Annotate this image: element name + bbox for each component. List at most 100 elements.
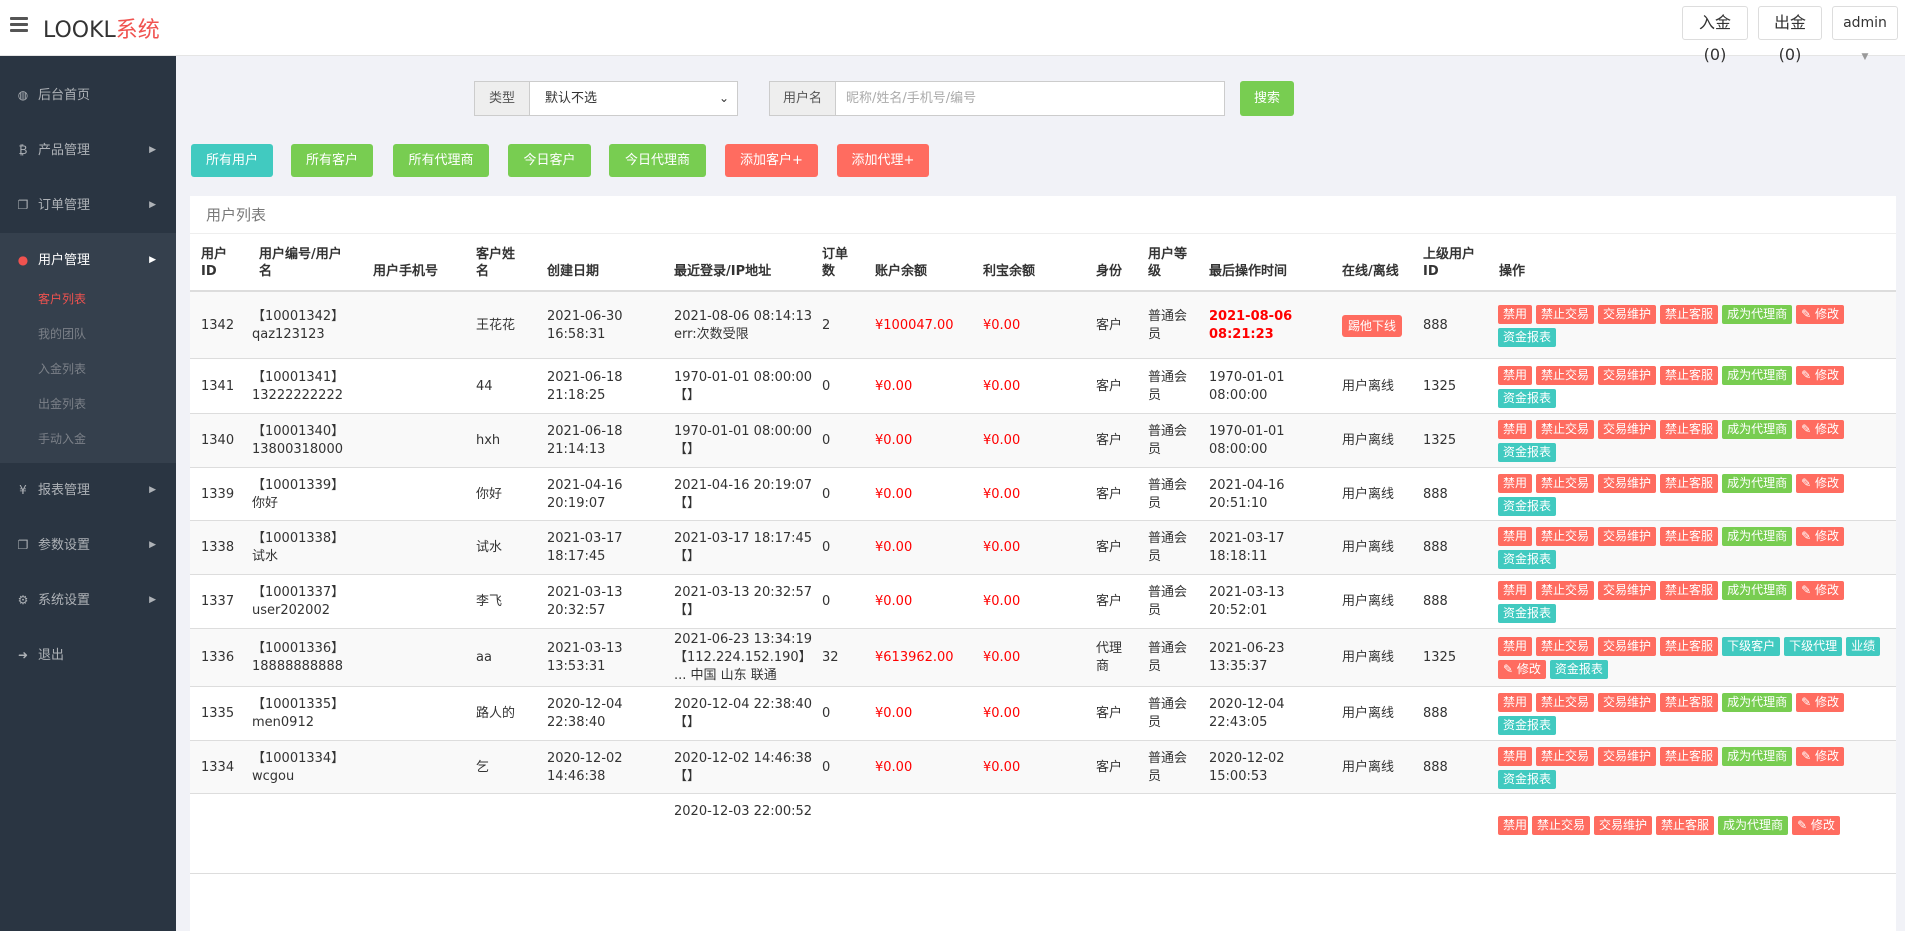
ban-button[interactable]: 禁用	[1498, 474, 1533, 493]
make-agent-button[interactable]: 成为代理商	[1722, 527, 1793, 546]
online-status: 用户离线	[1342, 594, 1395, 609]
no-service-button[interactable]: 禁止客服	[1656, 816, 1715, 835]
no-service-button[interactable]: 禁止客服	[1660, 474, 1719, 493]
withdraw-button[interactable]: 出金(0)	[1758, 6, 1822, 64]
no-trade-button[interactable]: 禁止交易	[1536, 693, 1595, 712]
make-agent-button[interactable]: 成为代理商	[1722, 305, 1793, 324]
kick-offline-button[interactable]: 踢他下线	[1342, 315, 1403, 337]
no-trade-button[interactable]: 禁止交易	[1536, 305, 1595, 324]
today-agents-button[interactable]: 今日代理商	[609, 144, 706, 177]
submenu-manual-deposit[interactable]: 手动入金	[0, 422, 176, 457]
fund-report-button[interactable]: 资金报表	[1498, 443, 1557, 462]
fund-report-button[interactable]: 资金报表	[1498, 716, 1557, 735]
no-service-button[interactable]: 禁止客服	[1660, 637, 1719, 656]
fund-report-button[interactable]: 资金报表	[1549, 660, 1608, 679]
menu-toggle-icon[interactable]	[10, 17, 28, 33]
ban-button[interactable]: 禁用	[1498, 366, 1533, 385]
no-service-button[interactable]: 禁止客服	[1660, 305, 1719, 324]
trade-maintain-button[interactable]: 交易维护	[1598, 366, 1657, 385]
ban-button[interactable]: 禁用	[1498, 527, 1533, 546]
trade-maintain-button[interactable]: 交易维护	[1598, 693, 1657, 712]
deposit-button[interactable]: 入金(0)	[1682, 6, 1748, 64]
edit-button[interactable]: ✎ 修改	[1498, 660, 1546, 679]
ban-button[interactable]: 禁用	[1498, 637, 1533, 656]
all-users-button[interactable]: 所有用户	[191, 144, 273, 177]
edit-button[interactable]: ✎ 修改	[1796, 747, 1844, 766]
edit-button[interactable]: ✎ 修改	[1796, 527, 1844, 546]
no-service-button[interactable]: 禁止客服	[1660, 366, 1719, 385]
ban-button[interactable]: 禁用	[1498, 747, 1533, 766]
fund-report-button[interactable]: 资金报表	[1498, 497, 1557, 516]
sidebar-item-users[interactable]: ● 用户管理 ▶	[0, 233, 176, 288]
no-service-button[interactable]: 禁止客服	[1660, 527, 1719, 546]
sidebar-item-dashboard[interactable]: ◍ 后台首页	[0, 68, 176, 123]
sidebar-item-products[interactable]: ₿ 产品管理 ▶	[0, 123, 176, 178]
ban-button[interactable]: 禁用	[1498, 420, 1533, 439]
ban-button[interactable]: 禁用	[1498, 816, 1528, 835]
fund-report-button[interactable]: 资金报表	[1498, 550, 1557, 569]
edit-button[interactable]: ✎ 修改	[1796, 693, 1844, 712]
submenu-deposit-list[interactable]: 入金列表	[0, 352, 176, 387]
fund-report-button[interactable]: 资金报表	[1498, 770, 1557, 789]
no-trade-button[interactable]: 禁止交易	[1536, 420, 1595, 439]
ban-button[interactable]: 禁用	[1498, 581, 1533, 600]
search-button[interactable]: 搜索	[1240, 81, 1294, 116]
submenu-withdraw-list[interactable]: 出金列表	[0, 387, 176, 422]
fund-report-button[interactable]: 资金报表	[1498, 604, 1557, 623]
edit-button[interactable]: ✎ 修改	[1796, 366, 1844, 385]
sidebar-item-params[interactable]: ❐ 参数设置 ▶	[0, 518, 176, 573]
fund-report-button[interactable]: 资金报表	[1498, 328, 1557, 347]
sidebar-item-reports[interactable]: ¥ 报表管理 ▶	[0, 463, 176, 518]
submenu-my-team[interactable]: 我的团队	[0, 317, 176, 352]
trade-maintain-button[interactable]: 交易维护	[1598, 420, 1657, 439]
edit-button[interactable]: ✎ 修改	[1792, 816, 1840, 835]
edit-button[interactable]: ✎ 修改	[1796, 305, 1844, 324]
admin-dropdown[interactable]: admin ▼	[1832, 6, 1898, 62]
today-clients-button[interactable]: 今日客户	[508, 144, 591, 177]
no-service-button[interactable]: 禁止客服	[1660, 693, 1719, 712]
no-trade-button[interactable]: 禁止交易	[1536, 366, 1595, 385]
trade-maintain-button[interactable]: 交易维护	[1598, 747, 1657, 766]
ban-button[interactable]: 禁用	[1498, 693, 1533, 712]
add-client-button[interactable]: 添加客户+	[725, 144, 818, 177]
no-trade-button[interactable]: 禁止交易	[1536, 474, 1595, 493]
no-service-button[interactable]: 禁止客服	[1660, 747, 1719, 766]
no-service-button[interactable]: 禁止客服	[1660, 420, 1719, 439]
sub-agents-button[interactable]: 下级代理	[1784, 637, 1843, 656]
type-select[interactable]: 默认不选 ⌄	[529, 81, 738, 116]
make-agent-button[interactable]: 成为代理商	[1722, 366, 1793, 385]
trade-maintain-button[interactable]: 交易维护	[1598, 581, 1657, 600]
sidebar-item-logout[interactable]: ➜ 退出	[0, 628, 176, 683]
edit-button[interactable]: ✎ 修改	[1796, 474, 1844, 493]
sidebar-item-system[interactable]: ⚙ 系统设置 ▶	[0, 573, 176, 628]
no-trade-button[interactable]: 禁止交易	[1536, 747, 1595, 766]
trade-maintain-button[interactable]: 交易维护	[1594, 816, 1653, 835]
performance-button[interactable]: 业绩	[1846, 637, 1881, 656]
no-trade-button[interactable]: 禁止交易	[1532, 816, 1591, 835]
make-agent-button[interactable]: 成为代理商	[1722, 747, 1793, 766]
ban-button[interactable]: 禁用	[1498, 305, 1533, 324]
make-agent-button[interactable]: 成为代理商	[1718, 816, 1789, 835]
no-trade-button[interactable]: 禁止交易	[1536, 637, 1595, 656]
no-trade-button[interactable]: 禁止交易	[1536, 527, 1595, 546]
make-agent-button[interactable]: 成为代理商	[1722, 420, 1793, 439]
trade-maintain-button[interactable]: 交易维护	[1598, 474, 1657, 493]
make-agent-button[interactable]: 成为代理商	[1722, 474, 1793, 493]
search-input[interactable]: 昵称/姓名/手机号/编号	[835, 81, 1225, 116]
no-service-button[interactable]: 禁止客服	[1660, 581, 1719, 600]
fund-report-button[interactable]: 资金报表	[1498, 389, 1557, 408]
edit-button[interactable]: ✎ 修改	[1796, 420, 1844, 439]
trade-maintain-button[interactable]: 交易维护	[1598, 637, 1657, 656]
trade-maintain-button[interactable]: 交易维护	[1598, 527, 1657, 546]
app-logo[interactable]: LOOKL系统	[43, 12, 160, 44]
make-agent-button[interactable]: 成为代理商	[1722, 581, 1793, 600]
all-clients-button[interactable]: 所有客户	[291, 144, 373, 177]
sub-clients-button[interactable]: 下级客户	[1722, 637, 1781, 656]
all-agents-button[interactable]: 所有代理商	[393, 144, 489, 177]
edit-button[interactable]: ✎ 修改	[1796, 581, 1844, 600]
make-agent-button[interactable]: 成为代理商	[1722, 693, 1793, 712]
add-agent-button[interactable]: 添加代理+	[837, 144, 929, 177]
trade-maintain-button[interactable]: 交易维护	[1598, 305, 1657, 324]
no-trade-button[interactable]: 禁止交易	[1536, 581, 1595, 600]
sidebar-item-orders[interactable]: ❐ 订单管理 ▶	[0, 178, 176, 233]
